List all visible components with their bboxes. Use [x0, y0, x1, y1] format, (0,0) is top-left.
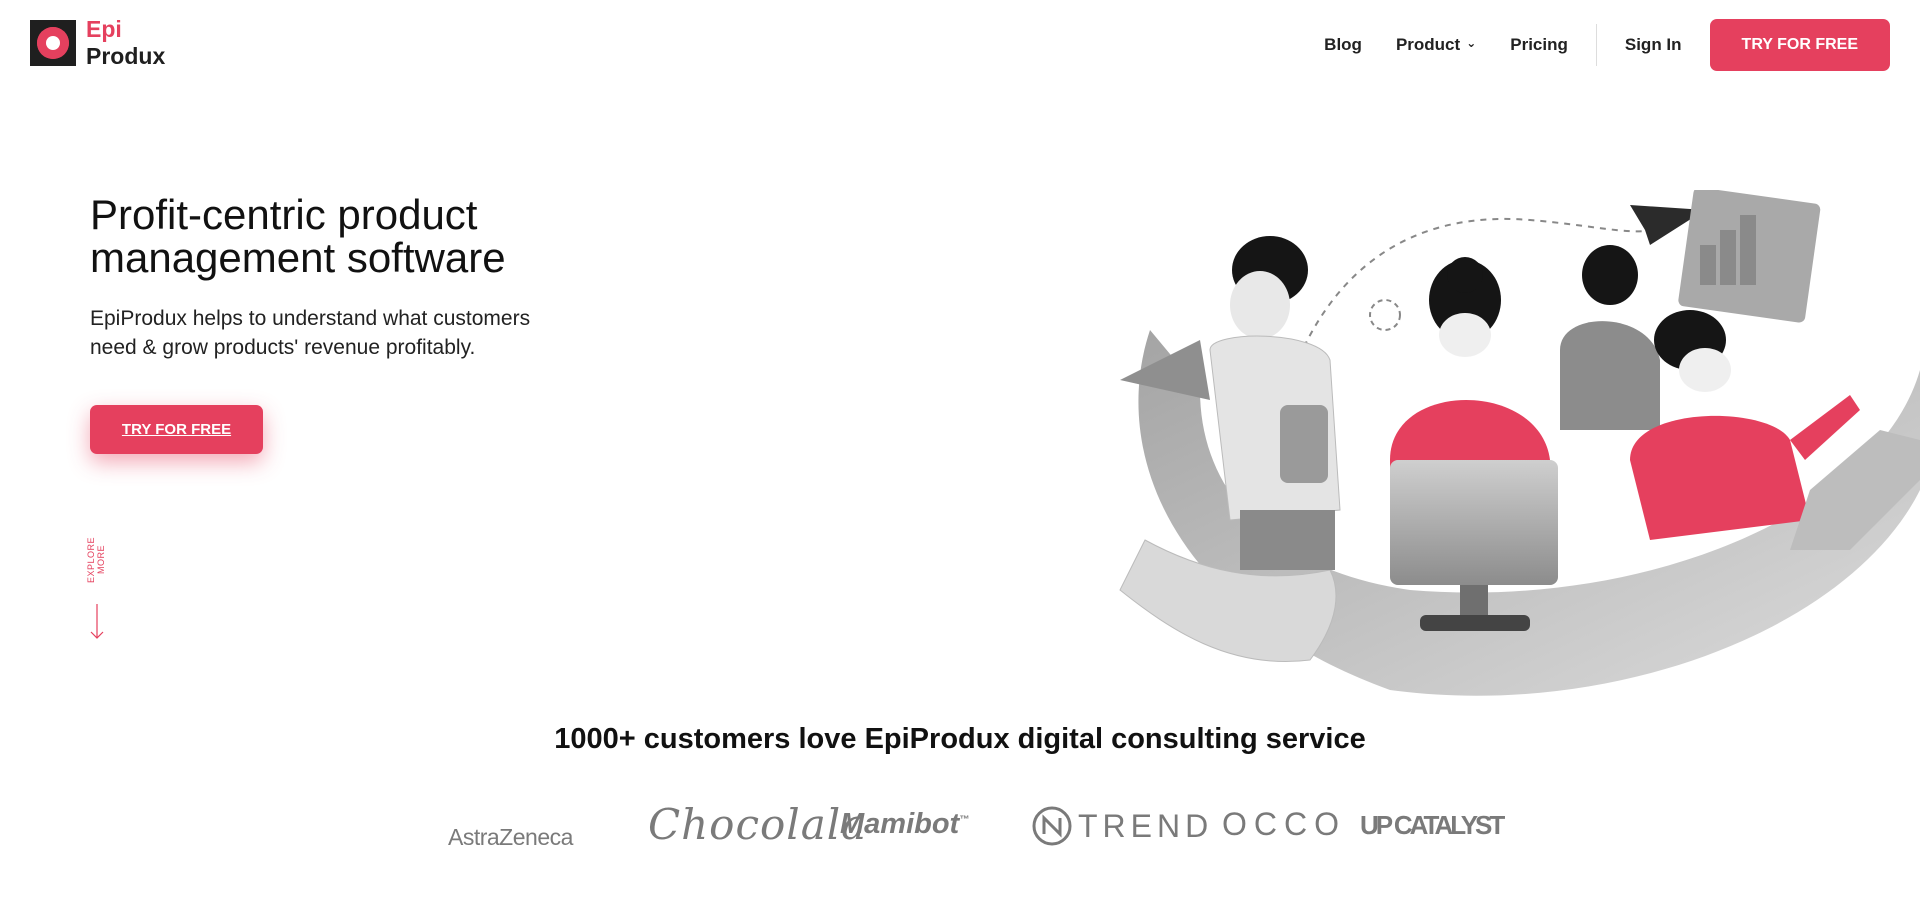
hero-illustration [1119, 190, 1920, 696]
customer-logo-chocolala: Chocolala [648, 800, 868, 849]
header-try-free-button[interactable]: TRY FOR FREE [1709, 19, 1890, 71]
brand-name-line2: Produx [86, 43, 166, 69]
hero-title: Profit-centric product management softwa… [90, 193, 506, 279]
customer-logo-astrazeneca: AstraZeneca [448, 824, 573, 850]
customer-logo-mamibot-text: Mamibot [840, 808, 960, 840]
explore-more[interactable]: EXPLORE MORE [86, 524, 108, 640]
hero-title-line2: management software [90, 234, 506, 281]
customer-logo-trend: TREND [1032, 806, 1213, 846]
nav-product-label: Product [1395, 35, 1461, 54]
hero-subtitle-line1: EpiProdux helps to understand what custo… [90, 307, 531, 330]
customer-logo-trend-text: TREND [1078, 807, 1214, 844]
explore-more-label: EXPLORE MORE [86, 536, 106, 584]
hero-subtitle-line2: need & grow products' revenue profitably… [90, 336, 476, 359]
nav-pricing[interactable]: Pricing [1510, 35, 1568, 55]
sign-in-link[interactable]: Sign In [1625, 35, 1682, 55]
brand-name: Epi Produx [86, 16, 165, 70]
brand-logo[interactable]: Epi Produx [30, 16, 165, 70]
arrow-down-icon [90, 604, 104, 639]
hero-subtitle: EpiProdux helps to understand what custo… [90, 304, 610, 362]
customers-title: 1000+ customers love EpiProdux digital c… [554, 723, 1366, 755]
customer-logo-mamibot: Mamibot™ [840, 808, 970, 840]
customer-logo-occo: OCCO [1222, 806, 1346, 842]
nav-blog[interactable]: Blog [1324, 35, 1362, 55]
hero-try-free-button[interactable]: TRY FOR FREE [90, 405, 263, 454]
nav-product[interactable]: Product ⌄ [1396, 35, 1476, 55]
trend-logo-icon [1032, 806, 1072, 846]
logo-icon [30, 20, 76, 66]
chevron-down-icon: ⌄ [1466, 36, 1477, 50]
nav-divider [1595, 24, 1597, 66]
hero-title-line1: Profit-centric product [90, 191, 478, 238]
site-header: Epi Produx Blog Product ⌄ Pricing Sign I… [0, 0, 1920, 90]
customer-logo-upcatalyst: UP CATALYST [1360, 810, 1505, 840]
brand-name-line1: Epi [86, 16, 122, 42]
main-nav: Blog Product ⌄ Pricing Sign In TRY FOR F… [1290, 19, 1890, 71]
customer-logos: AstraZeneca Chocolala Mamibot™ TREND OCC… [440, 800, 1505, 850]
